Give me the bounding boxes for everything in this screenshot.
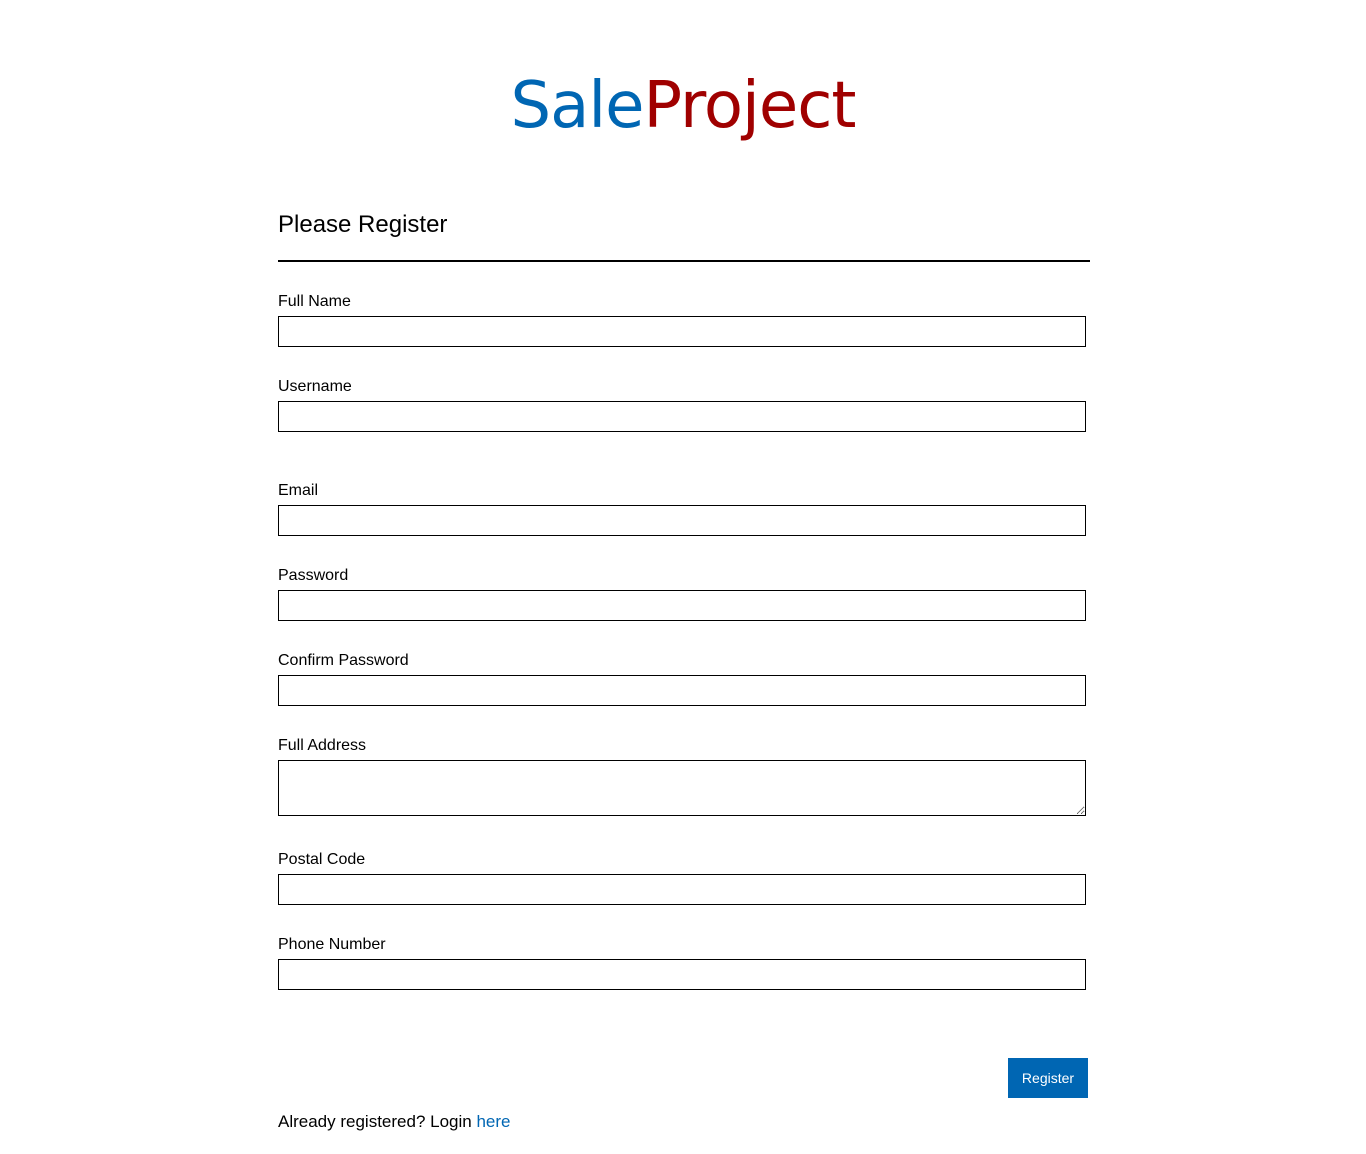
confirm-password-input[interactable] — [278, 675, 1086, 706]
phone-number-input[interactable] — [278, 959, 1086, 990]
login-prompt: Already registered? Login here — [278, 1111, 511, 1133]
postal-code-input[interactable] — [278, 874, 1086, 905]
username-label: Username — [278, 378, 352, 395]
title-divider — [278, 260, 1090, 262]
email-label: Email — [278, 482, 319, 499]
full-name-input[interactable] — [278, 316, 1086, 347]
site-logo: SaleProject — [0, 68, 1366, 144]
full-address-label: Full Address — [278, 737, 367, 754]
login-prompt-text: Already registered? Login — [278, 1112, 477, 1131]
confirm-password-label: Confirm Password — [278, 652, 409, 669]
password-label: Password — [278, 567, 349, 584]
email-input[interactable] — [278, 505, 1086, 536]
username-input[interactable] — [278, 401, 1086, 432]
full-address-textarea[interactable] — [278, 760, 1086, 816]
logo-text-sale: Sale — [510, 69, 645, 143]
logo-text-project: Project — [643, 69, 857, 143]
phone-number-label: Phone Number — [278, 936, 386, 953]
password-input[interactable] — [278, 590, 1086, 621]
login-link[interactable]: here — [476, 1112, 510, 1131]
register-button[interactable]: Register — [1008, 1058, 1088, 1098]
postal-code-label: Postal Code — [278, 851, 366, 868]
full-name-label: Full Name — [278, 293, 351, 310]
form-title: Please Register — [278, 211, 448, 238]
